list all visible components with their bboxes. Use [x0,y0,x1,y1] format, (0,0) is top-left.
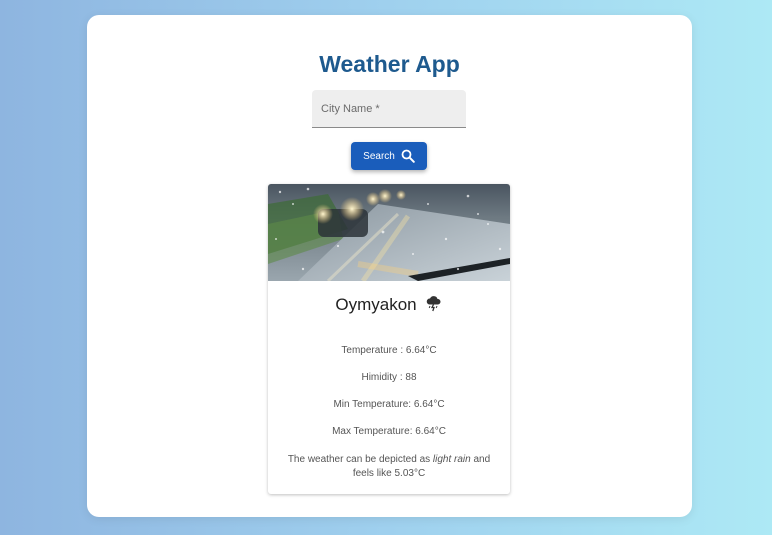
humidity-text: Himidity : 88 [268,372,510,383]
temperature-text: Temperature : 6.64°C [268,345,510,356]
description-prefix: The weather can be depicted as [287,454,433,465]
min-temperature-text: Min Temperature: 6.64°C [268,399,510,410]
search-icon [401,149,415,163]
city-name-field[interactable] [312,90,466,128]
min-temperature-value: 6.64°C [413,399,445,410]
max-temperature-label: Max Temperature: [332,426,416,437]
thunderstorm-cloud-icon [425,294,443,312]
temperature-value: 6.64°C [405,345,437,356]
search-button[interactable]: Search [351,142,427,170]
min-temperature-label: Min Temperature: [333,399,414,410]
max-temperature-text: Max Temperature: 6.64°C [268,426,510,437]
max-temperature-value: 6.64°C [415,426,446,437]
humidity-label: Himidity : [361,372,406,383]
description-condition: light rain [432,454,471,465]
city-name: Oymyakon [335,295,417,314]
humidity-value: 88 [405,372,417,383]
weather-app-panel: Weather App Search [87,15,692,517]
page-title: Weather App [319,51,460,77]
city-heading: Oymyakon [268,294,510,315]
temperature-label: Temperature : [341,345,406,356]
rainy-road-image [268,184,510,281]
city-name-input[interactable] [312,90,466,127]
weather-card: Oymyakon Temperature : 6.64°C Himidity :… [268,184,510,494]
feels-like-value: 5.03°C [394,468,426,479]
weather-description: The weather can be depicted as light rai… [278,453,500,481]
search-button-label: Search [363,150,395,162]
